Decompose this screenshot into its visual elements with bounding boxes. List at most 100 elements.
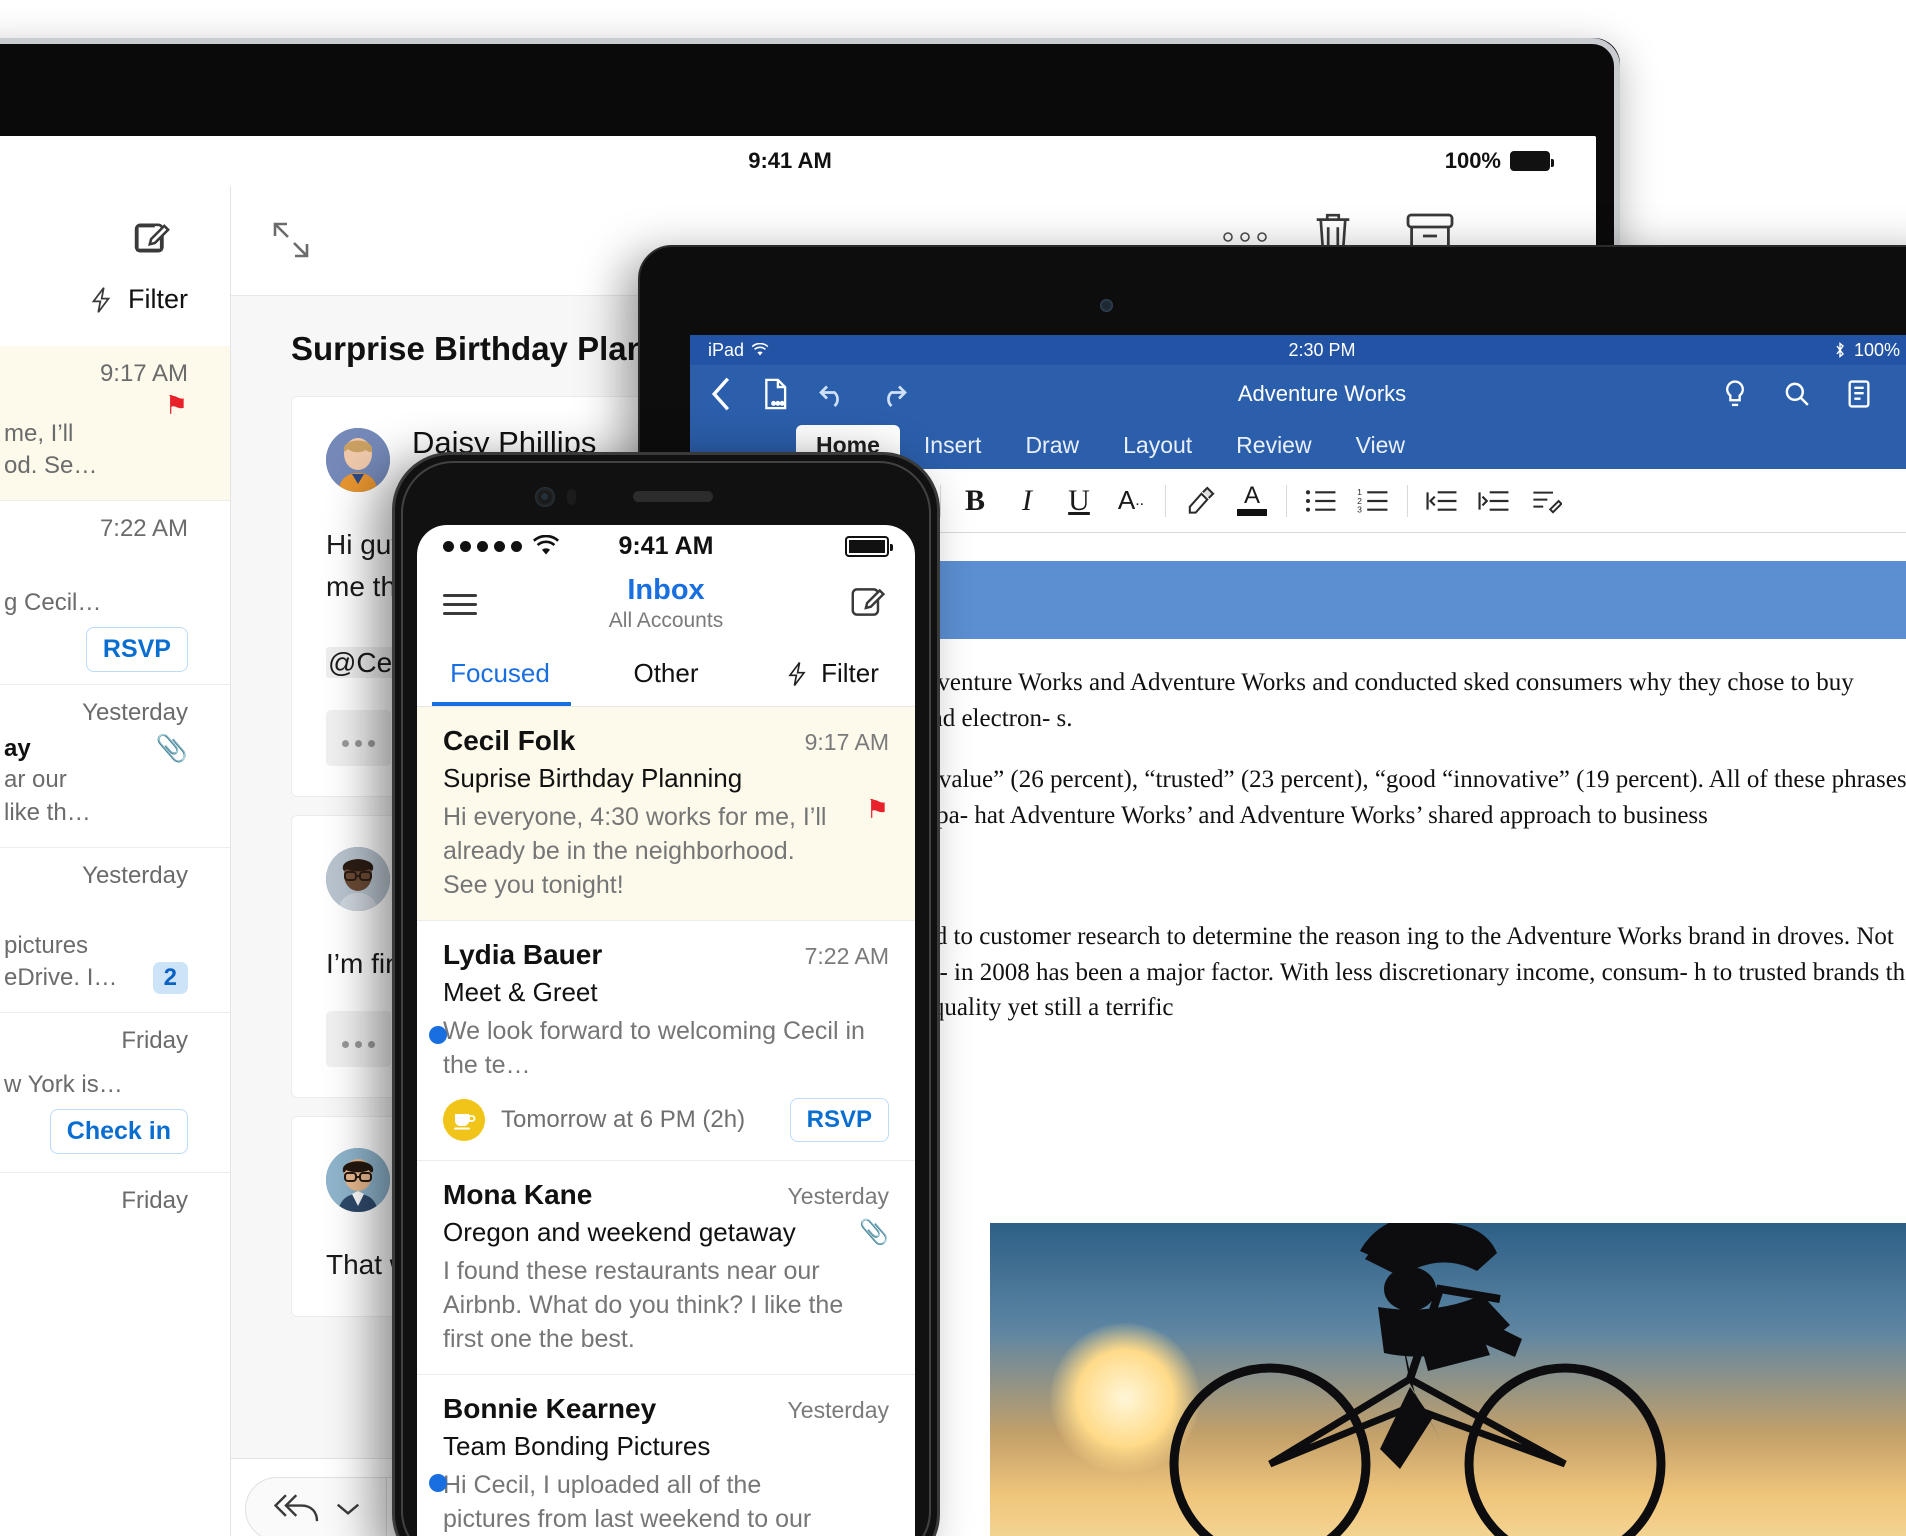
signal-dots-icon (443, 540, 522, 552)
increase-indent-icon[interactable] (1468, 478, 1520, 524)
iphone-device: 9:41 AM Inbox All Accounts Focused Other… (392, 452, 940, 1536)
list-item[interactable]: Friday (0, 1173, 230, 1237)
wifi-icon (532, 535, 560, 555)
list-item[interactable]: Mona Kane Yesterday Oregon and weekend g… (417, 1161, 915, 1375)
list-item[interactable]: Friday w York is… Check in (0, 1013, 230, 1174)
format-painter-icon[interactable] (1520, 478, 1572, 524)
mac-clock: 9:41 AM (748, 148, 832, 173)
redo-icon[interactable] (878, 379, 908, 409)
list-item-time: Yesterday (82, 861, 188, 889)
list-item[interactable]: Cecil Folk 9:17 AM Suprise Birthday Plan… (417, 707, 915, 921)
cyclist-silhouette-icon (1169, 1223, 1666, 1536)
list-item[interactable]: Bonnie Kearney Yesterday Team Bonding Pi… (417, 1375, 915, 1536)
notes-icon[interactable] (1848, 380, 1870, 408)
avatar (326, 846, 390, 911)
active-tab-indicator (431, 702, 572, 706)
unread-indicator (429, 1474, 447, 1492)
document-title: Adventure Works (1237, 381, 1407, 406)
list-item-subject: Oregon and weekend getaway (443, 1217, 796, 1247)
check-in-button[interactable]: Check in (49, 1109, 188, 1155)
tab-insert[interactable]: Insert (904, 425, 1002, 469)
decrease-indent-icon[interactable] (1416, 478, 1468, 524)
expand-quoted-text-button[interactable] (326, 1011, 391, 1067)
bullet-list-icon[interactable] (1295, 478, 1347, 524)
bluetooth-icon (1836, 342, 1844, 358)
unread-indicator (429, 1026, 447, 1044)
flag-icon[interactable]: ⚑ (4, 392, 188, 418)
attachment-count-badge: 2 (152, 962, 188, 995)
flag-icon[interactable]: ⚑ (866, 794, 889, 825)
list-item-preview-2: od. Se… (4, 452, 98, 480)
tab-view[interactable]: View (1336, 425, 1425, 469)
tab-draw[interactable]: Draw (1005, 425, 1099, 469)
lightning-icon (788, 661, 806, 686)
text-color-icon[interactable]: A (1226, 478, 1278, 524)
paperclip-icon: 📎 (155, 733, 188, 764)
list-item-preview-1: ar our (4, 766, 67, 794)
list-item[interactable]: Yesterday ay 📎 ar our like th… (0, 685, 230, 848)
rsvp-button[interactable]: RSVP (85, 627, 188, 673)
battery-percent-label: 100% (1444, 148, 1501, 173)
ios-nav-bar: Inbox All Accounts (417, 567, 915, 641)
list-item-subject: ay (4, 734, 31, 762)
paperclip-icon: 📎 (859, 1219, 889, 1246)
bold-icon[interactable]: B (949, 478, 1001, 524)
tab-review[interactable]: Review (1216, 425, 1331, 469)
highlighter-icon[interactable] (1174, 478, 1226, 524)
list-item-time: Yesterday (787, 1397, 889, 1423)
ios-clock: 9:41 AM (618, 531, 714, 560)
lightbulb-icon[interactable] (1724, 380, 1746, 408)
list-item-preview-2: eDrive. I… (4, 963, 118, 991)
mac-battery: 100% (1444, 148, 1554, 174)
list-item-sender: Lydia Bauer (443, 939, 603, 970)
list-item-preview-2: like th… (4, 798, 91, 826)
italic-icon[interactable]: I (1001, 478, 1053, 524)
search-icon[interactable] (1784, 381, 1810, 407)
list-item-time: Yesterday (82, 699, 188, 727)
iphone-screen: 9:41 AM Inbox All Accounts Focused Other… (417, 525, 915, 1536)
ios-status-bar: 9:41 AM (417, 525, 915, 567)
battery-icon (845, 535, 893, 557)
list-item-time: Friday (121, 1027, 188, 1055)
list-item[interactable]: Yesterday pictures eDrive. I… 2 (0, 848, 230, 1014)
list-item[interactable]: Lydia Bauer 7:22 AM Meet & Greet We look… (417, 921, 915, 1161)
list-item-time: Friday (121, 1187, 188, 1215)
lightning-icon (91, 286, 111, 313)
underline-icon[interactable]: U (1053, 478, 1105, 524)
list-item-time: Yesterday (787, 1183, 889, 1209)
expand-quoted-text-button[interactable] (326, 710, 391, 766)
svg-text:3: 3 (1357, 504, 1362, 513)
word-title-bar: Adventure Works (690, 365, 1906, 423)
filter-label: Filter (821, 658, 879, 688)
tab-other[interactable]: Other (583, 658, 749, 689)
list-item-preview-1: pictures (4, 931, 89, 959)
numbered-list-icon[interactable]: 1 2 3 (1347, 478, 1399, 524)
iphone-camera-icon (535, 487, 555, 507)
coffee-icon (443, 1099, 485, 1141)
back-icon[interactable] (710, 377, 732, 411)
filter-button[interactable]: Filter (749, 658, 915, 689)
tab-focused[interactable]: Focused (417, 658, 583, 689)
expand-icon[interactable] (267, 216, 315, 269)
list-item-subject: Team Bonding Pictures (443, 1431, 711, 1461)
filter-button[interactable]: Filter (88, 284, 188, 315)
list-item-preview: Hi everyone, 4:30 works for me, I’ll alr… (443, 803, 827, 899)
mac-status-bar: 9:41 AM 100% (0, 136, 1596, 186)
list-item-sender: Mona Kane (443, 1179, 593, 1210)
compose-icon[interactable] (130, 216, 174, 265)
inbox-title[interactable]: Inbox (627, 574, 704, 606)
list-item-sender: Cecil Folk (443, 725, 576, 756)
list-item[interactable]: 9:17 AM ⚑ me, I’ll od. Se… (0, 346, 230, 502)
rsvp-button[interactable]: RSVP (789, 1098, 889, 1142)
compose-icon[interactable] (847, 581, 889, 628)
reply-all-button[interactable] (246, 1478, 386, 1536)
tab-layout[interactable]: Layout (1103, 425, 1212, 469)
font-color-a-icon[interactable]: A.. (1105, 478, 1157, 524)
list-item[interactable]: 7:22 AM g Cecil… RSVP (0, 501, 230, 686)
file-icon[interactable] (762, 378, 788, 410)
undo-icon[interactable] (818, 379, 848, 409)
document-image[interactable] (990, 1223, 1906, 1536)
hamburger-icon[interactable] (443, 588, 477, 621)
list-item-subject: Suprise Birthday Planning (443, 763, 743, 793)
ios-inbox-tabs: Focused Other Filter (417, 641, 915, 707)
